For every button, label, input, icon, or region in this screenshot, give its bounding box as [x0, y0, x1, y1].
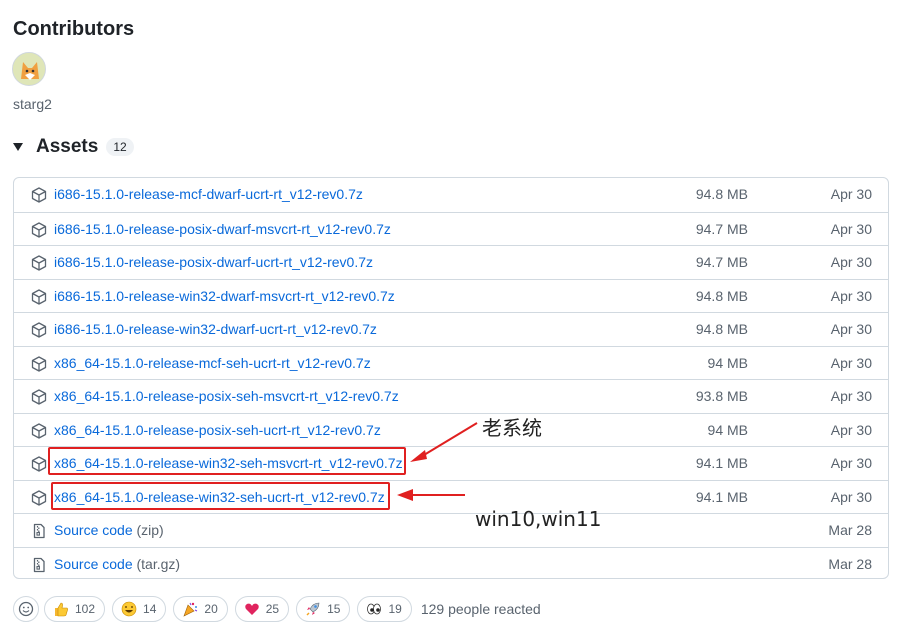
- asset-date: Mar 28: [828, 522, 872, 538]
- asset-date: Apr 30: [830, 186, 872, 202]
- arrow-icon: [397, 489, 465, 501]
- asset-link[interactable]: i686-15.1.0-release-mcf-dwarf-ucrt-rt_v1…: [54, 186, 363, 202]
- arrow-icon: [410, 422, 478, 462]
- asset-row: i686-15.1.0-release-win32-dwarf-ucrt-rt_…: [14, 312, 888, 346]
- asset-date: Apr 30: [830, 220, 872, 237]
- package-icon: [31, 288, 47, 305]
- avatar[interactable]: [12, 52, 46, 86]
- asset-date: Apr 30: [830, 421, 872, 438]
- asset-link[interactable]: i686-15.1.0-release-win32-dwarf-msvcrt-r…: [54, 288, 395, 304]
- reaction-hooray-button[interactable]: 20: [173, 596, 228, 622]
- asset-date: Apr 30: [830, 254, 872, 270]
- laugh-icon: [121, 601, 137, 617]
- reaction-eyes-button[interactable]: 19: [357, 596, 412, 622]
- reactions-summary: 129 people reacted: [420, 601, 541, 617]
- assets-toggle[interactable]: Assets 12: [13, 135, 134, 159]
- assets-heading: Assets: [36, 136, 99, 157]
- asset-row: i686-15.1.0-release-win32-dwarf-msvcrt-r…: [14, 278, 888, 313]
- package-icon: [31, 322, 47, 338]
- asset-size: 94.8 MB: [695, 321, 748, 337]
- assets-list: i686-15.1.0-release-mcf-dwarf-ucrt-rt_v1…: [13, 177, 889, 579]
- asset-row: i686-15.1.0-release-posix-dwarf-msvcrt-r…: [14, 211, 888, 246]
- reaction-rocket-button[interactable]: 15: [296, 596, 351, 622]
- file-zip-icon: [33, 557, 45, 572]
- contributors-heading: Contributors: [13, 18, 135, 40]
- package-icon: [31, 422, 47, 439]
- annotation-old-system: 老系统: [482, 416, 542, 440]
- asset-link[interactable]: i686-15.1.0-release-win32-dwarf-ucrt-rt_…: [54, 321, 377, 337]
- asset-size: 94.7 MB: [695, 220, 748, 237]
- package-icon: [31, 255, 47, 271]
- asset-size: 94 MB: [707, 354, 748, 371]
- thumbs-up-icon: [55, 602, 68, 617]
- package-icon: [31, 456, 47, 472]
- asset-date: Apr 30: [830, 488, 872, 505]
- asset-row: Source code (tar.gz) Mar 28: [14, 546, 888, 579]
- package-icon: [31, 389, 47, 405]
- asset-size: 94 MB: [707, 421, 748, 438]
- annotation-new-system: win10,win11: [475, 507, 602, 531]
- assets-count-badge: 12: [106, 138, 134, 156]
- contributor-name[interactable]: starg2: [13, 96, 52, 112]
- asset-size: 94.1 MB: [695, 488, 748, 505]
- asset-size: 93.8 MB: [695, 388, 748, 404]
- asset-row: x86_64-15.1.0-release-mcf-seh-ucrt-rt_v1…: [14, 345, 888, 380]
- eyes-icon: [367, 603, 382, 615]
- smiley-icon: [18, 601, 34, 617]
- asset-date: Apr 30: [830, 287, 872, 304]
- asset-date: Apr 30: [830, 388, 872, 404]
- asset-link[interactable]: x86_64-15.1.0-release-posix-seh-msvcrt-r…: [54, 388, 399, 404]
- asset-row: Source code (zip) Mar 28: [14, 513, 888, 547]
- asset-size: 94.1 MB: [695, 455, 748, 471]
- rocket-icon: [306, 602, 320, 616]
- asset-link[interactable]: i686-15.1.0-release-posix-dwarf-ucrt-rt_…: [54, 254, 373, 270]
- heart-icon: [245, 603, 259, 615]
- add-reaction-button[interactable]: [13, 596, 39, 622]
- package-icon: [31, 355, 47, 372]
- highlight-box-msvcrt: [48, 447, 406, 475]
- asset-link[interactable]: Source code (tar.gz): [54, 556, 180, 572]
- package-icon: [31, 489, 47, 506]
- asset-link[interactable]: i686-15.1.0-release-posix-dwarf-msvcrt-r…: [54, 221, 391, 237]
- reaction-heart-button[interactable]: 25: [234, 596, 290, 622]
- asset-row: x86_64-15.1.0-release-posix-seh-msvcrt-r…: [14, 379, 888, 413]
- asset-link[interactable]: x86_64-15.1.0-release-mcf-seh-ucrt-rt_v1…: [54, 355, 371, 371]
- asset-link[interactable]: x86_64-15.1.0-release-posix-seh-ucrt-rt_…: [54, 422, 381, 438]
- asset-date: Mar 28: [828, 555, 872, 572]
- asset-size: 94.8 MB: [695, 186, 748, 202]
- asset-link[interactable]: Source code (zip): [54, 522, 164, 538]
- asset-row: i686-15.1.0-release-mcf-dwarf-ucrt-rt_v1…: [14, 178, 888, 212]
- package-icon: [31, 221, 47, 238]
- caret-down-icon: [13, 143, 23, 151]
- highlight-box-ucrt: [51, 482, 390, 510]
- file-zip-icon: [33, 523, 45, 539]
- package-icon: [31, 187, 47, 203]
- asset-size: 94.8 MB: [695, 287, 748, 304]
- asset-date: Apr 30: [830, 354, 872, 371]
- asset-size: 94.7 MB: [695, 254, 748, 270]
- reactions-bar: 102 14 20 25 15 19 129 people reacted: [13, 596, 541, 622]
- asset-date: Apr 30: [830, 455, 872, 471]
- reaction-laugh-button[interactable]: 14: [112, 596, 167, 622]
- reaction-thumbs-up-button[interactable]: 102: [44, 596, 106, 622]
- hooray-icon: [183, 602, 198, 617]
- asset-date: Apr 30: [830, 321, 872, 337]
- asset-row: i686-15.1.0-release-posix-dwarf-ucrt-rt_…: [14, 245, 888, 279]
